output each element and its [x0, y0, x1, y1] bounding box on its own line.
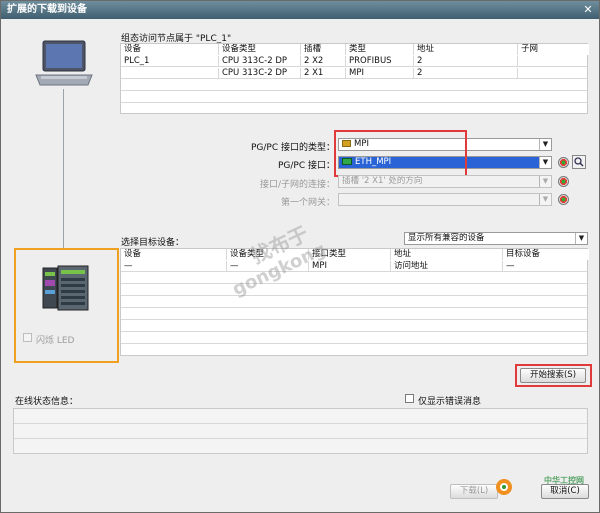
only-errors-checkbox[interactable]: [405, 394, 414, 403]
table-row: [121, 297, 587, 308]
connection-status-icon: [558, 176, 569, 187]
table-cell: 2 X1: [301, 68, 346, 79]
chevron-down-icon: ▼: [539, 139, 551, 150]
column-header: 插槽: [301, 44, 346, 55]
interface-highlight: [334, 130, 467, 177]
device-filter-value: 显示所有兼容的设备: [408, 233, 485, 243]
table-cell: CPU 313C-2 DP: [219, 56, 301, 67]
table-row: [121, 285, 587, 296]
table-cell: PROFIBUS: [346, 56, 414, 67]
table-header: 设备 设备类型 插槽 类型 地址 子网: [121, 44, 589, 55]
table-cell: [121, 68, 219, 79]
start-search-highlight: [515, 364, 592, 387]
table-row[interactable]: — — MPI 访问地址 —: [121, 261, 587, 272]
cancel-button[interactable]: 取消(C): [541, 484, 589, 499]
table-row: [121, 333, 587, 344]
online-status-heading: 在线状态信息：: [15, 397, 79, 407]
pgpc-type-label: PG/PC 接口的类型：: [250, 143, 335, 153]
target-device-table: 设备 设备类型 接口类型 地址 目标设备 — — MPI 访问地址 —: [120, 248, 589, 356]
properties-button[interactable]: [572, 155, 586, 169]
connection-status-icon: [558, 194, 569, 205]
table-cell: 2: [414, 68, 518, 79]
connection-line: [63, 89, 64, 249]
table-row: [121, 345, 587, 356]
chevron-down-icon: ▼: [539, 176, 551, 187]
close-icon[interactable]: ✕: [581, 3, 595, 17]
table-row: [121, 309, 587, 320]
column-header: 目标设备: [503, 249, 589, 260]
table-cell: MPI: [309, 261, 391, 272]
table-cell: [518, 68, 589, 79]
column-header: 设备: [121, 249, 227, 260]
column-header: 设备: [121, 44, 219, 55]
device-filter-select[interactable]: 显示所有兼容的设备 ▼: [404, 232, 588, 245]
download-dialog: 扩展的下载到设备 ✕ 组态访问节点属于 "PLC_1" 设备 设备类型 插槽 类…: [0, 0, 600, 513]
subnet-connection-label: 接口/子网的连接：: [259, 180, 335, 190]
table-cell: —: [121, 261, 227, 272]
magnifier-icon: [574, 157, 584, 167]
table-header: 设备 设备类型 接口类型 地址 目标设备: [121, 249, 589, 260]
column-header: 设备类型: [219, 44, 301, 55]
pgpc-interface-label: PG/PC 接口：: [277, 161, 335, 171]
column-header: 类型: [346, 44, 414, 55]
gongkong-logo-icon: [494, 477, 514, 497]
status-row: [14, 424, 587, 439]
online-status-panel: [13, 408, 588, 454]
chevron-down-icon: ▼: [539, 194, 551, 205]
chevron-down-icon: ▼: [539, 157, 551, 168]
flash-led-checkbox[interactable]: [23, 333, 32, 342]
window-title: 扩展的下载到设备: [7, 4, 87, 15]
table-row[interactable]: CPU 313C-2 DP 2 X1 MPI 2: [121, 68, 587, 79]
target-device-heading: 选择目标设备：: [121, 238, 185, 248]
column-header: 子网: [518, 44, 589, 55]
title-bar: 扩展的下载到设备 ✕: [1, 1, 599, 19]
subnet-connection-select[interactable]: 插槽 '2 X1' 处的方向 ▼: [338, 175, 552, 188]
only-errors-label: 仅显示错误消息: [418, 397, 482, 407]
chevron-down-icon: ▼: [575, 233, 587, 244]
gateway-select[interactable]: ▼: [338, 193, 552, 206]
table-cell: 2: [414, 56, 518, 67]
flash-led-label: 闪烁 LED: [36, 336, 75, 346]
table-row: [121, 273, 587, 284]
table-cell: 2 X2: [301, 56, 346, 67]
table-cell: 访问地址: [391, 261, 503, 272]
table-cell: [518, 56, 589, 67]
subnet-connection-value: 插槽 '2 X1' 处的方向: [342, 176, 423, 186]
table-cell: MPI: [346, 68, 414, 79]
table-cell: PLC_1: [121, 56, 219, 67]
column-header: 地址: [391, 249, 503, 260]
table-row: [121, 321, 587, 332]
corner-watermark: 中华工控网: [544, 476, 584, 485]
column-header: 地址: [414, 44, 518, 55]
config-access-table: 设备 设备类型 插槽 类型 地址 子网 PLC_1 CPU 313C-2 DP …: [120, 43, 589, 115]
table-cell: CPU 313C-2 DP: [219, 68, 301, 79]
gateway-label: 第一个网关：: [280, 198, 335, 208]
table-row[interactable]: PLC_1 CPU 313C-2 DP 2 X2 PROFIBUS 2: [121, 56, 587, 67]
connection-status-icon: [558, 157, 569, 168]
laptop-icon: [34, 39, 94, 89]
table-row: [121, 80, 587, 91]
table-row: [121, 104, 587, 115]
plc-device-icon: [41, 264, 91, 314]
table-row: [121, 92, 587, 103]
download-button[interactable]: 下载(L): [450, 484, 498, 499]
status-row: [14, 409, 587, 424]
table-cell: —: [506, 261, 515, 271]
